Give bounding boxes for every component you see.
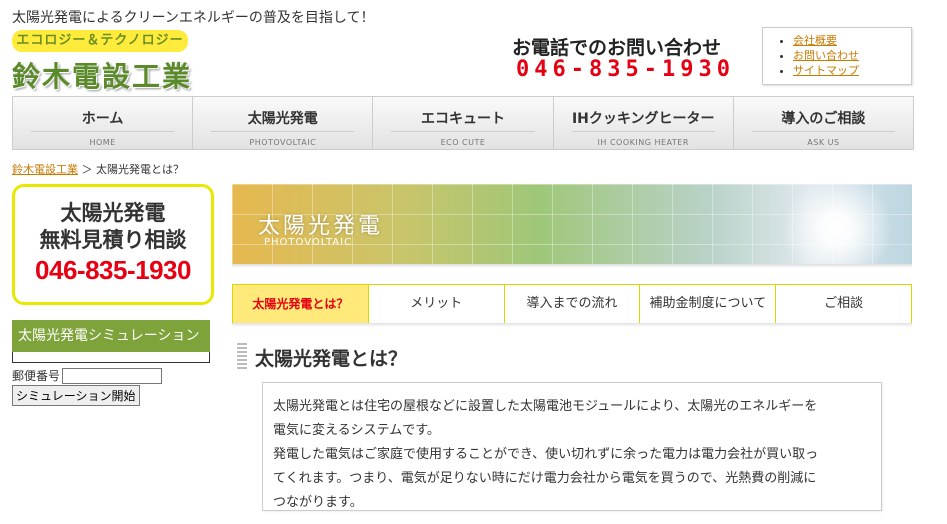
nav-sublabel: ECO CUTE — [440, 138, 486, 147]
content-line: つながります。 — [273, 495, 363, 510]
subnav-consult[interactable]: ご相談 — [776, 285, 911, 323]
subnav-flow[interactable]: 導入までの流れ — [505, 285, 641, 323]
start-simulation-button[interactable]: シミュレーション開始 — [12, 385, 140, 406]
postal-label: 郵便番号 — [12, 369, 61, 383]
header-link-item: 会社概要 — [793, 33, 911, 48]
postal-row: 郵便番号 — [12, 367, 210, 384]
nav-label: エコキュート — [421, 111, 505, 127]
simulation-box: 太陽光発電シミュレーション 郵便番号 シミュレーション開始 — [12, 320, 210, 406]
sun-glow — [782, 184, 892, 264]
company-link[interactable]: 会社概要 — [793, 34, 837, 47]
breadcrumb-home-link[interactable]: 鈴木電設工業 — [12, 163, 78, 176]
nav-item-ask-us[interactable]: 導入のご相談 ASK US — [734, 97, 913, 149]
breadcrumb-separator: ＞ — [81, 163, 93, 176]
nav-label: 太陽光発電 — [247, 111, 318, 127]
content-line: 太陽光発電とは住宅の屋根などに設置した太陽電池モジュールにより、太陽光のエネルギ… — [273, 399, 818, 414]
nav-item-photovoltaic[interactable]: 太陽光発電 PHOTOVOLTAIC — [193, 97, 374, 149]
postal-code-input[interactable] — [62, 367, 163, 384]
subnav-merits[interactable]: メリット — [369, 285, 505, 323]
divider — [571, 131, 715, 132]
estimate-banner[interactable]: 太陽光発電 無料見積り相談 046-835-1930 — [12, 184, 214, 305]
divider — [211, 131, 355, 132]
divider — [31, 131, 175, 132]
nav-label: IHクッキングヒーター — [571, 111, 715, 127]
header-link-item: お問い合わせ — [793, 48, 911, 63]
breadcrumb: 鈴木電設工業 ＞ 太陽光発電とは？ — [12, 161, 184, 177]
sub-nav: 太陽光発電とは？ メリット 導入までの流れ 補助金制度について ご相談 — [232, 284, 912, 324]
breadcrumb-current: 太陽光発電とは？ — [96, 163, 184, 176]
nav-sublabel: PHOTOVOLTAIC — [249, 138, 317, 147]
simulation-title: 太陽光発電シミュレーション — [12, 320, 210, 352]
hero-banner: 太陽光発電 PHOTOVOLTAIC — [232, 184, 912, 264]
contact-link[interactable]: お問い合わせ — [793, 49, 859, 62]
nav-label: 導入のご相談 — [781, 111, 866, 127]
banner-line1: 太陽光発電 — [60, 200, 166, 225]
nav-item-eco-cute[interactable]: エコキュート ECO CUTE — [373, 97, 554, 149]
hero-title: 太陽光発電 — [258, 214, 384, 239]
header-link-item: サイトマップ — [793, 63, 911, 78]
nav-item-home[interactable]: ホーム HOME — [13, 97, 194, 149]
content-line: 発電した電気はご家庭で使用することができ、使い切れずに余った電力は電力会社が買い… — [273, 447, 819, 462]
contact-title: お電話でのお問い合わせ — [512, 37, 722, 59]
subnav-shadow — [232, 323, 912, 327]
subnav-what-is[interactable]: 太陽光発電とは？ — [233, 285, 369, 323]
section-title: 太陽光発電とは？ — [255, 348, 408, 370]
content-box: 太陽光発電とは住宅の屋根などに設置した太陽電池モジュールにより、太陽光のエネルギ… — [262, 382, 882, 511]
nav-sublabel: IH COOKING HEATER — [597, 138, 689, 147]
nav-label: ホーム — [81, 111, 124, 127]
content-text: 太陽光発電とは住宅の屋根などに設置した太陽電池モジュールにより、太陽光のエネルギ… — [273, 395, 871, 515]
nav-sublabel: ASK US — [807, 138, 840, 147]
hero-shadow — [232, 264, 912, 268]
logo[interactable]: 鈴木電設工業 — [12, 55, 192, 95]
banner-line2: 無料見積り相談 — [39, 227, 187, 252]
header-links: 会社概要 お問い合わせ サイトマップ — [762, 27, 912, 85]
logo-badge[interactable]: エコロジー＆テクノロジー — [12, 30, 188, 52]
nav-item-ih-cooking[interactable]: IHクッキングヒーター IH COOKING HEATER — [554, 97, 734, 149]
content-line: 電気に変えるシステムです。 — [273, 423, 440, 438]
nav-sublabel: HOME — [89, 138, 116, 147]
divider — [751, 131, 896, 132]
simulation-bar — [12, 352, 210, 363]
banner-phone: 046-835-1930 — [35, 255, 191, 285]
divider — [391, 131, 535, 132]
hero-subtitle: PHOTOVOLTAIC — [264, 237, 353, 248]
sitemap-link[interactable]: サイトマップ — [793, 64, 859, 77]
contact-phone: 046-835-1930 — [516, 57, 735, 82]
site-tagline: 太陽光発電によるクリーンエネルギーの普及を目指して！ — [12, 10, 375, 26]
global-nav: ホーム HOME 太陽光発電 PHOTOVOLTAIC エコキュート ECO C… — [12, 96, 914, 150]
heading-marker — [237, 343, 247, 369]
content-line: てくれます。つまり、電気が足りない時にだけ電力会社から電気を買うので、光熱費の削… — [273, 471, 817, 486]
subnav-subsidy[interactable]: 補助金制度について — [640, 285, 777, 323]
